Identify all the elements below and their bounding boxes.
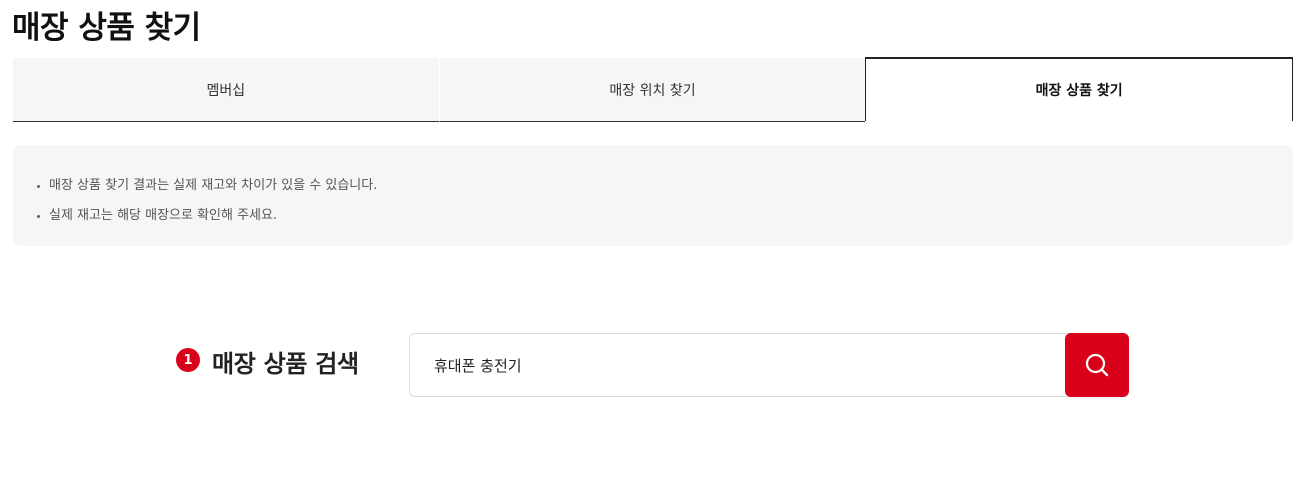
notice-box: 매장 상품 찾기 결과는 실제 재고와 차이가 있을 수 있습니다. 실제 재고… [13,145,1293,246]
search-button[interactable] [1065,333,1129,397]
tab-store-location[interactable]: 매장 위치 찾기 [438,58,866,122]
notice-item: 실제 재고는 해당 매장으로 확인해 주세요. [37,201,1293,231]
notice-list: 매장 상품 찾기 결과는 실제 재고와 차이가 있을 수 있습니다. 실제 재고… [37,171,1293,231]
search-icon [1085,353,1109,377]
page-title: 매장 상품 찾기 [12,10,201,46]
search-box [409,333,1129,397]
notice-item: 매장 상품 찾기 결과는 실제 재고와 차이가 있을 수 있습니다. [37,171,1293,201]
step-number-badge: 1 [176,348,200,372]
search-section-title: 매장 상품 검색 [212,349,359,378]
tab-bar: 멤버십 매장 위치 찾기 매장 상품 찾기 [13,57,1294,122]
tab-membership[interactable]: 멤버십 [13,58,439,122]
search-input[interactable] [409,333,1071,397]
tab-store-product-search[interactable]: 매장 상품 찾기 [865,57,1294,121]
search-label-group: 1 매장 상품 검색 [176,333,359,397]
